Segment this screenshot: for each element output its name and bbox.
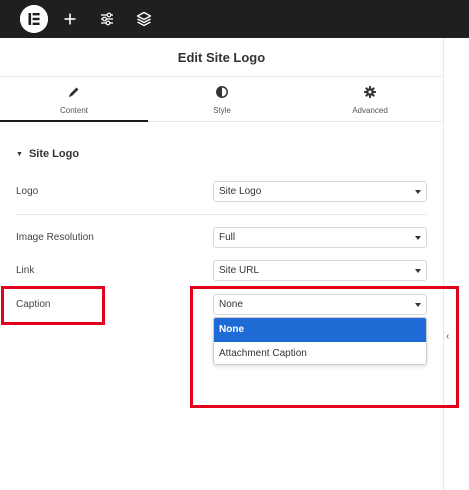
link-select[interactable]: Site URL (213, 260, 427, 281)
pencil-icon (0, 85, 148, 99)
tab-label: Style (213, 106, 231, 115)
highlight-box-caption-dropdown (190, 286, 459, 408)
layers-icon[interactable] (135, 10, 153, 28)
tab-label: Advanced (352, 106, 388, 115)
panel-tabs: Content Style Advanced (0, 77, 443, 122)
caret-down-icon: ▼ (16, 151, 23, 158)
logo-label: Logo (16, 186, 39, 197)
image-resolution-label: Image Resolution (16, 232, 94, 243)
tab-label: Content (59, 106, 89, 115)
highlight-box-caption-label (1, 286, 105, 325)
panel-header: Edit Site Logo (0, 38, 443, 77)
half-circle-icon (148, 85, 296, 99)
elementor-logo-icon[interactable] (20, 5, 48, 33)
gear-icon (296, 85, 444, 99)
chevron-down-icon (415, 236, 421, 240)
link-select-value: Site URL (219, 265, 260, 276)
logo-select-value: Site Logo (219, 186, 262, 197)
section-title: Site Logo (28, 148, 80, 160)
image-resolution-value: Full (219, 232, 236, 243)
tab-content[interactable]: Content (0, 77, 148, 122)
link-label: Link (16, 265, 35, 276)
logo-select[interactable]: Site Logo (213, 181, 427, 202)
section-header-site-logo[interactable]: ▼ Site Logo (16, 148, 79, 160)
sliders-icon[interactable] (98, 10, 116, 28)
image-resolution-select[interactable]: Full (213, 227, 427, 248)
chevron-down-icon (415, 190, 421, 194)
tab-advanced[interactable]: Advanced (296, 77, 444, 122)
top-toolbar (0, 0, 469, 38)
tab-style[interactable]: Style (148, 77, 296, 122)
preview-edge (443, 38, 469, 490)
panel-title: Edit Site Logo (177, 50, 266, 65)
divider (16, 214, 427, 215)
chevron-down-icon (415, 269, 421, 273)
plus-icon[interactable] (61, 10, 79, 28)
